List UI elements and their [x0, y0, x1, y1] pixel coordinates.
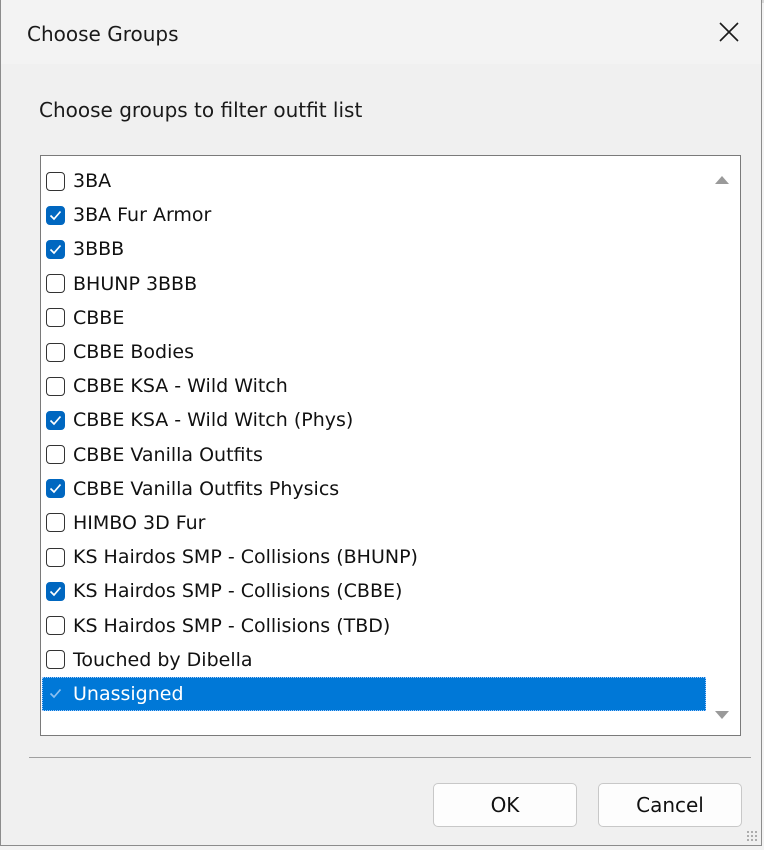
scroll-up-arrow-icon[interactable]: [715, 176, 729, 184]
list-item-label: CBBE: [73, 306, 125, 329]
checkbox-unchecked[interactable]: [46, 308, 65, 328]
checkbox-checked[interactable]: [46, 684, 65, 704]
list-item-label: KS Hairdos SMP - Collisions (TBD): [73, 614, 391, 637]
checkbox-unchecked[interactable]: [46, 616, 65, 636]
checkbox-unchecked[interactable]: [46, 376, 65, 396]
list-item-label: CBBE KSA - Wild Witch (Phys): [73, 409, 354, 432]
checkbox-unchecked[interactable]: [46, 650, 65, 670]
dialog-title: Choose Groups: [27, 22, 179, 46]
cancel-button[interactable]: Cancel: [598, 783, 742, 827]
checkmark-icon: [49, 484, 62, 494]
checkbox-unchecked[interactable]: [46, 342, 65, 362]
checkbox-checked[interactable]: [46, 581, 65, 601]
list-item[interactable]: KS Hairdos SMP - Collisions (BHUNP): [42, 540, 706, 574]
list-item[interactable]: Unassigned: [42, 676, 706, 712]
checkbox-checked[interactable]: [46, 239, 65, 259]
checkbox-unchecked[interactable]: [46, 274, 65, 294]
scroll-down-arrow-icon[interactable]: [715, 711, 729, 719]
title-bar[interactable]: Choose Groups: [1, 0, 761, 64]
list-item[interactable]: HIMBO 3D Fur: [42, 506, 706, 540]
list-item[interactable]: 3BBB: [42, 232, 706, 266]
list-item-label: CBBE KSA - Wild Witch: [73, 375, 288, 398]
vertical-scrollbar[interactable]: [706, 156, 740, 735]
checkmark-icon: [49, 586, 62, 597]
list-item[interactable]: 3BA: [42, 164, 706, 198]
list-item-label: KS Hairdos SMP - Collisions (BHUNP): [73, 546, 418, 569]
instruction-label: Choose groups to filter outfit list: [39, 98, 363, 122]
list-item-label: CBBE Bodies: [73, 341, 194, 364]
checkbox-checked[interactable]: [46, 479, 65, 499]
list-item-label: CBBE Vanilla Outfits: [73, 443, 263, 466]
divider: [29, 757, 751, 758]
close-button[interactable]: [697, 0, 761, 64]
ok-button[interactable]: OK: [433, 783, 577, 827]
resize-grip-icon[interactable]: [746, 830, 758, 842]
checkbox-unchecked[interactable]: [46, 547, 65, 567]
list-item-label: CBBE Vanilla Outfits Physics: [73, 477, 340, 500]
checkmark-icon: [49, 244, 62, 255]
list-item-label: HIMBO 3D Fur: [73, 511, 206, 534]
list-item-label: KS Hairdos SMP - Collisions (CBBE): [73, 580, 403, 603]
checkbox-checked[interactable]: [46, 410, 65, 430]
close-icon: [719, 22, 739, 42]
list-item[interactable]: CBBE Vanilla Outfits Physics: [42, 472, 706, 506]
checkbox-unchecked[interactable]: [46, 513, 65, 533]
list-item-label: 3BA Fur Armor: [73, 204, 212, 227]
list-item[interactable]: BHUNP 3BBB: [42, 267, 706, 301]
list-item[interactable]: CBBE: [42, 301, 706, 335]
checkmark-icon: [49, 689, 62, 699]
list-item[interactable]: CBBE Bodies: [42, 335, 706, 369]
list-item[interactable]: KS Hairdos SMP - Collisions (CBBE): [42, 574, 706, 608]
checkmark-icon: [49, 415, 62, 426]
checkbox-unchecked[interactable]: [46, 171, 65, 191]
checkbox-unchecked[interactable]: [46, 445, 65, 465]
list-item-label: 3BA: [73, 170, 112, 193]
list-item[interactable]: Touched by Dibella: [42, 643, 706, 677]
list-item[interactable]: CBBE Vanilla Outfits: [42, 438, 706, 472]
list-item[interactable]: KS Hairdos SMP - Collisions (TBD): [42, 608, 706, 642]
list-item[interactable]: CBBE KSA - Wild Witch (Phys): [42, 403, 706, 437]
list-item-label: BHUNP 3BBB: [73, 272, 198, 295]
checkbox-checked[interactable]: [46, 205, 65, 225]
list-item-label: 3BBB: [73, 238, 125, 261]
list-item-label: Touched by Dibella: [73, 648, 253, 671]
list-item[interactable]: 3BA Fur Armor: [42, 198, 706, 232]
checkmark-icon: [49, 210, 62, 221]
choose-groups-dialog: Choose Groups Choose groups to filter ou…: [0, 0, 762, 846]
list-item-label: Unassigned: [73, 682, 184, 705]
groups-listbox[interactable]: 3BA 3BA Fur Armor 3BBB BHUNP 3BBB CBBE CBBE B…: [40, 155, 741, 736]
list-item[interactable]: CBBE KSA - Wild Witch: [42, 369, 706, 403]
groups-list: 3BA 3BA Fur Armor 3BBB BHUNP 3BBB CBBE CBBE B…: [42, 164, 706, 712]
